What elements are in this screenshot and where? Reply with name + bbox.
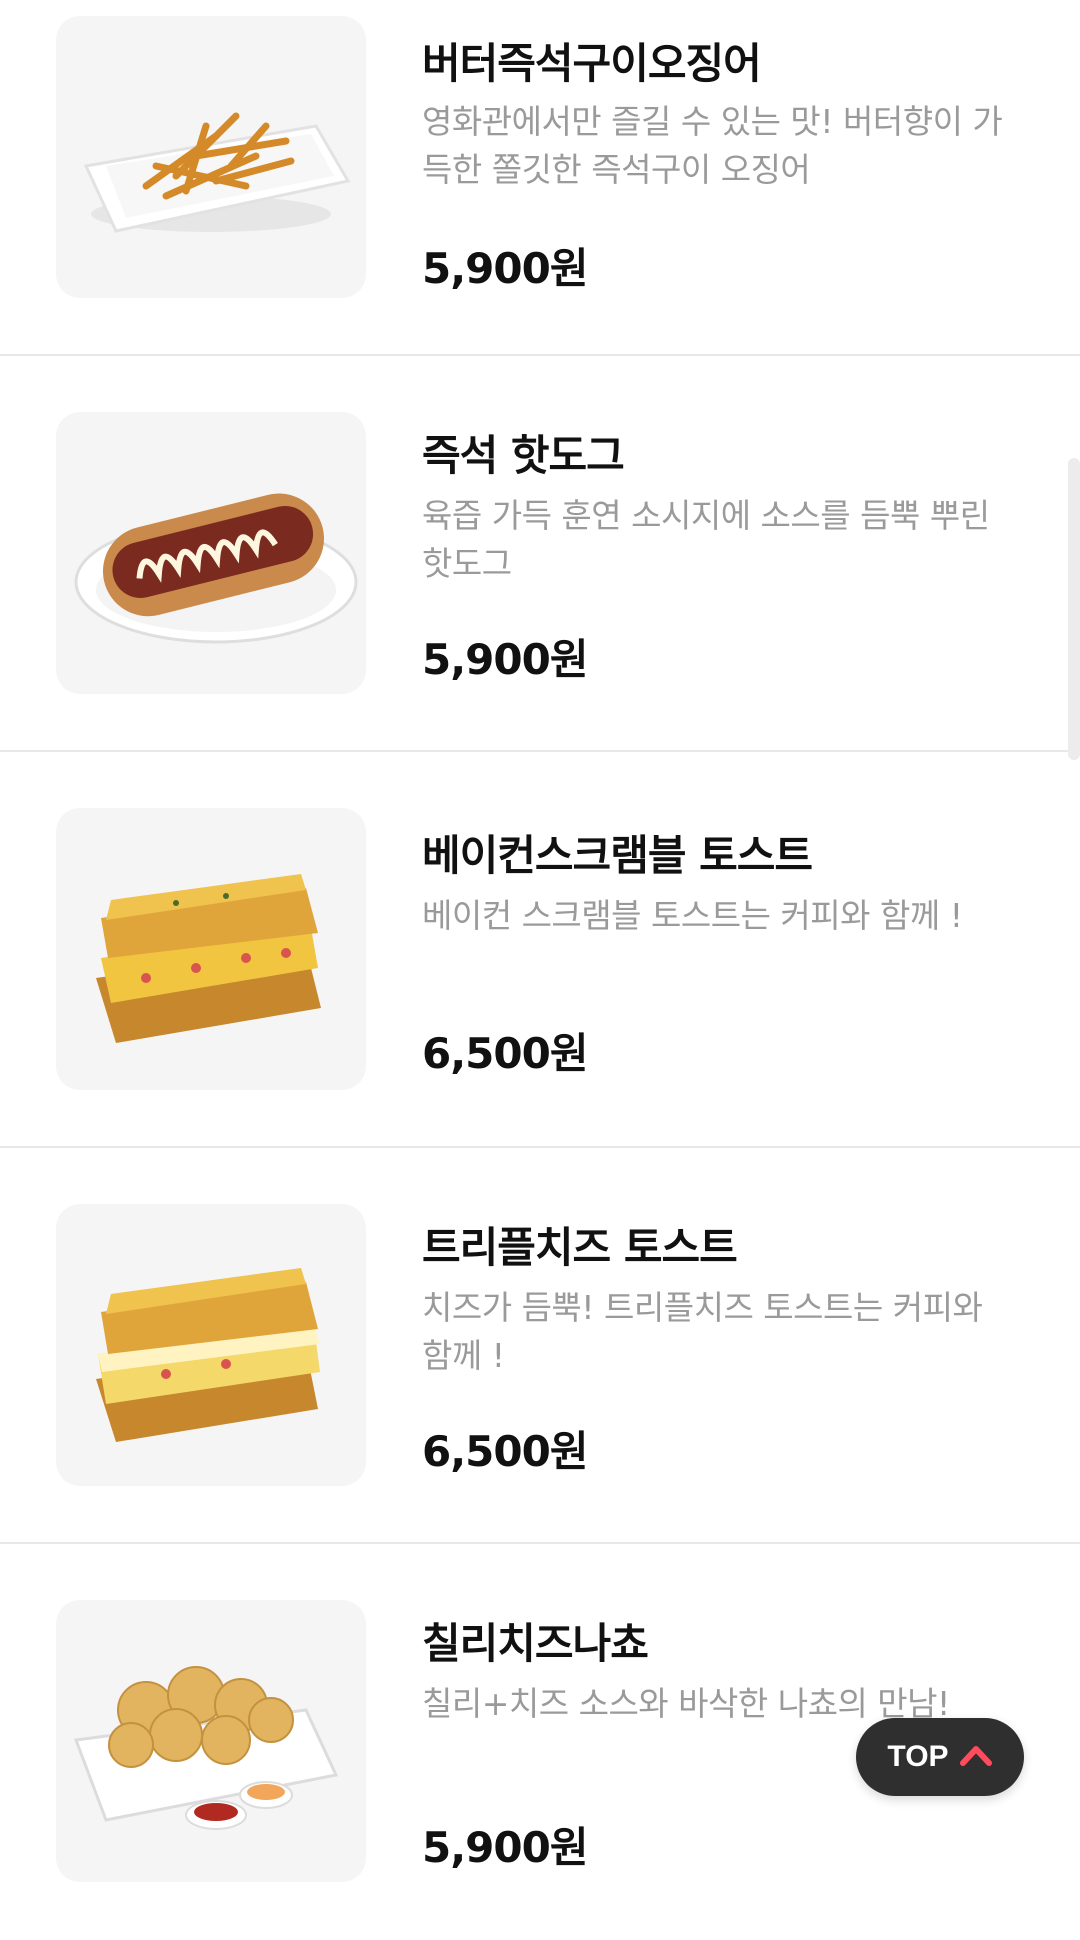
item-description: 영화관에서만 즐길 수 있는 맛! 버터향이 가득한 쫄깃한 즉석구이 오징어 <box>422 102 1003 189</box>
triple-cheese-toast-icon <box>56 1204 366 1486</box>
menu-item[interactable]: 즉석 핫도그 육즙 가득 훈연 소시지에 소스를 듬뿍 뿌린 핫도그 5,900… <box>0 356 1080 752</box>
item-name: 즉석 핫도그 <box>422 431 625 480</box>
item-name: 버터즉석구이오징어 <box>422 39 762 88</box>
menu-item[interactable]: 버터즉석구이오징어 영화관에서만 즐길 수 있는 맛! 버터향이 가득한 쫄깃한… <box>0 0 1080 356</box>
item-description: 베이컨 스크램블 토스트는 커피와 함께 ! <box>422 896 963 935</box>
hotdog-plate-icon <box>56 412 366 694</box>
item-name: 트리플치즈 토스트 <box>422 1223 738 1272</box>
bacon-scramble-toast-icon <box>56 808 366 1090</box>
menu-item[interactable]: 트리플치즈 토스트 치즈가 듬뿍! 트리플치즈 토스트는 커피와 함께 ! 6,… <box>0 1148 1080 1544</box>
item-price: 5,900원 <box>422 635 588 684</box>
chevron-up-icon <box>959 1743 993 1771</box>
item-description: 육즙 가득 훈연 소시지에 소스를 듬뿍 뿌린 핫도그 <box>422 496 990 583</box>
scroll-to-top-button[interactable]: TOP <box>856 1718 1024 1796</box>
item-price: 5,900원 <box>422 244 588 293</box>
item-name: 베이컨스크램블 토스트 <box>422 831 813 880</box>
item-price: 6,500원 <box>422 1427 588 1476</box>
grilled-squid-plate-icon <box>56 16 366 298</box>
menu-item[interactable]: 베이컨스크램블 토스트 베이컨 스크램블 토스트는 커피와 함께 ! 6,500… <box>0 752 1080 1148</box>
scrollbar[interactable] <box>1068 458 1080 760</box>
item-name: 칠리치즈나쵸 <box>422 1619 649 1668</box>
top-button-label: TOP <box>887 1740 949 1773</box>
item-description: 치즈가 듬뿍! 트리플치즈 토스트는 커피와 함께 ! <box>422 1288 983 1375</box>
chili-cheese-nachos-icon <box>56 1600 366 1882</box>
item-price: 6,500원 <box>422 1029 588 1078</box>
item-price: 5,900원 <box>422 1823 588 1872</box>
